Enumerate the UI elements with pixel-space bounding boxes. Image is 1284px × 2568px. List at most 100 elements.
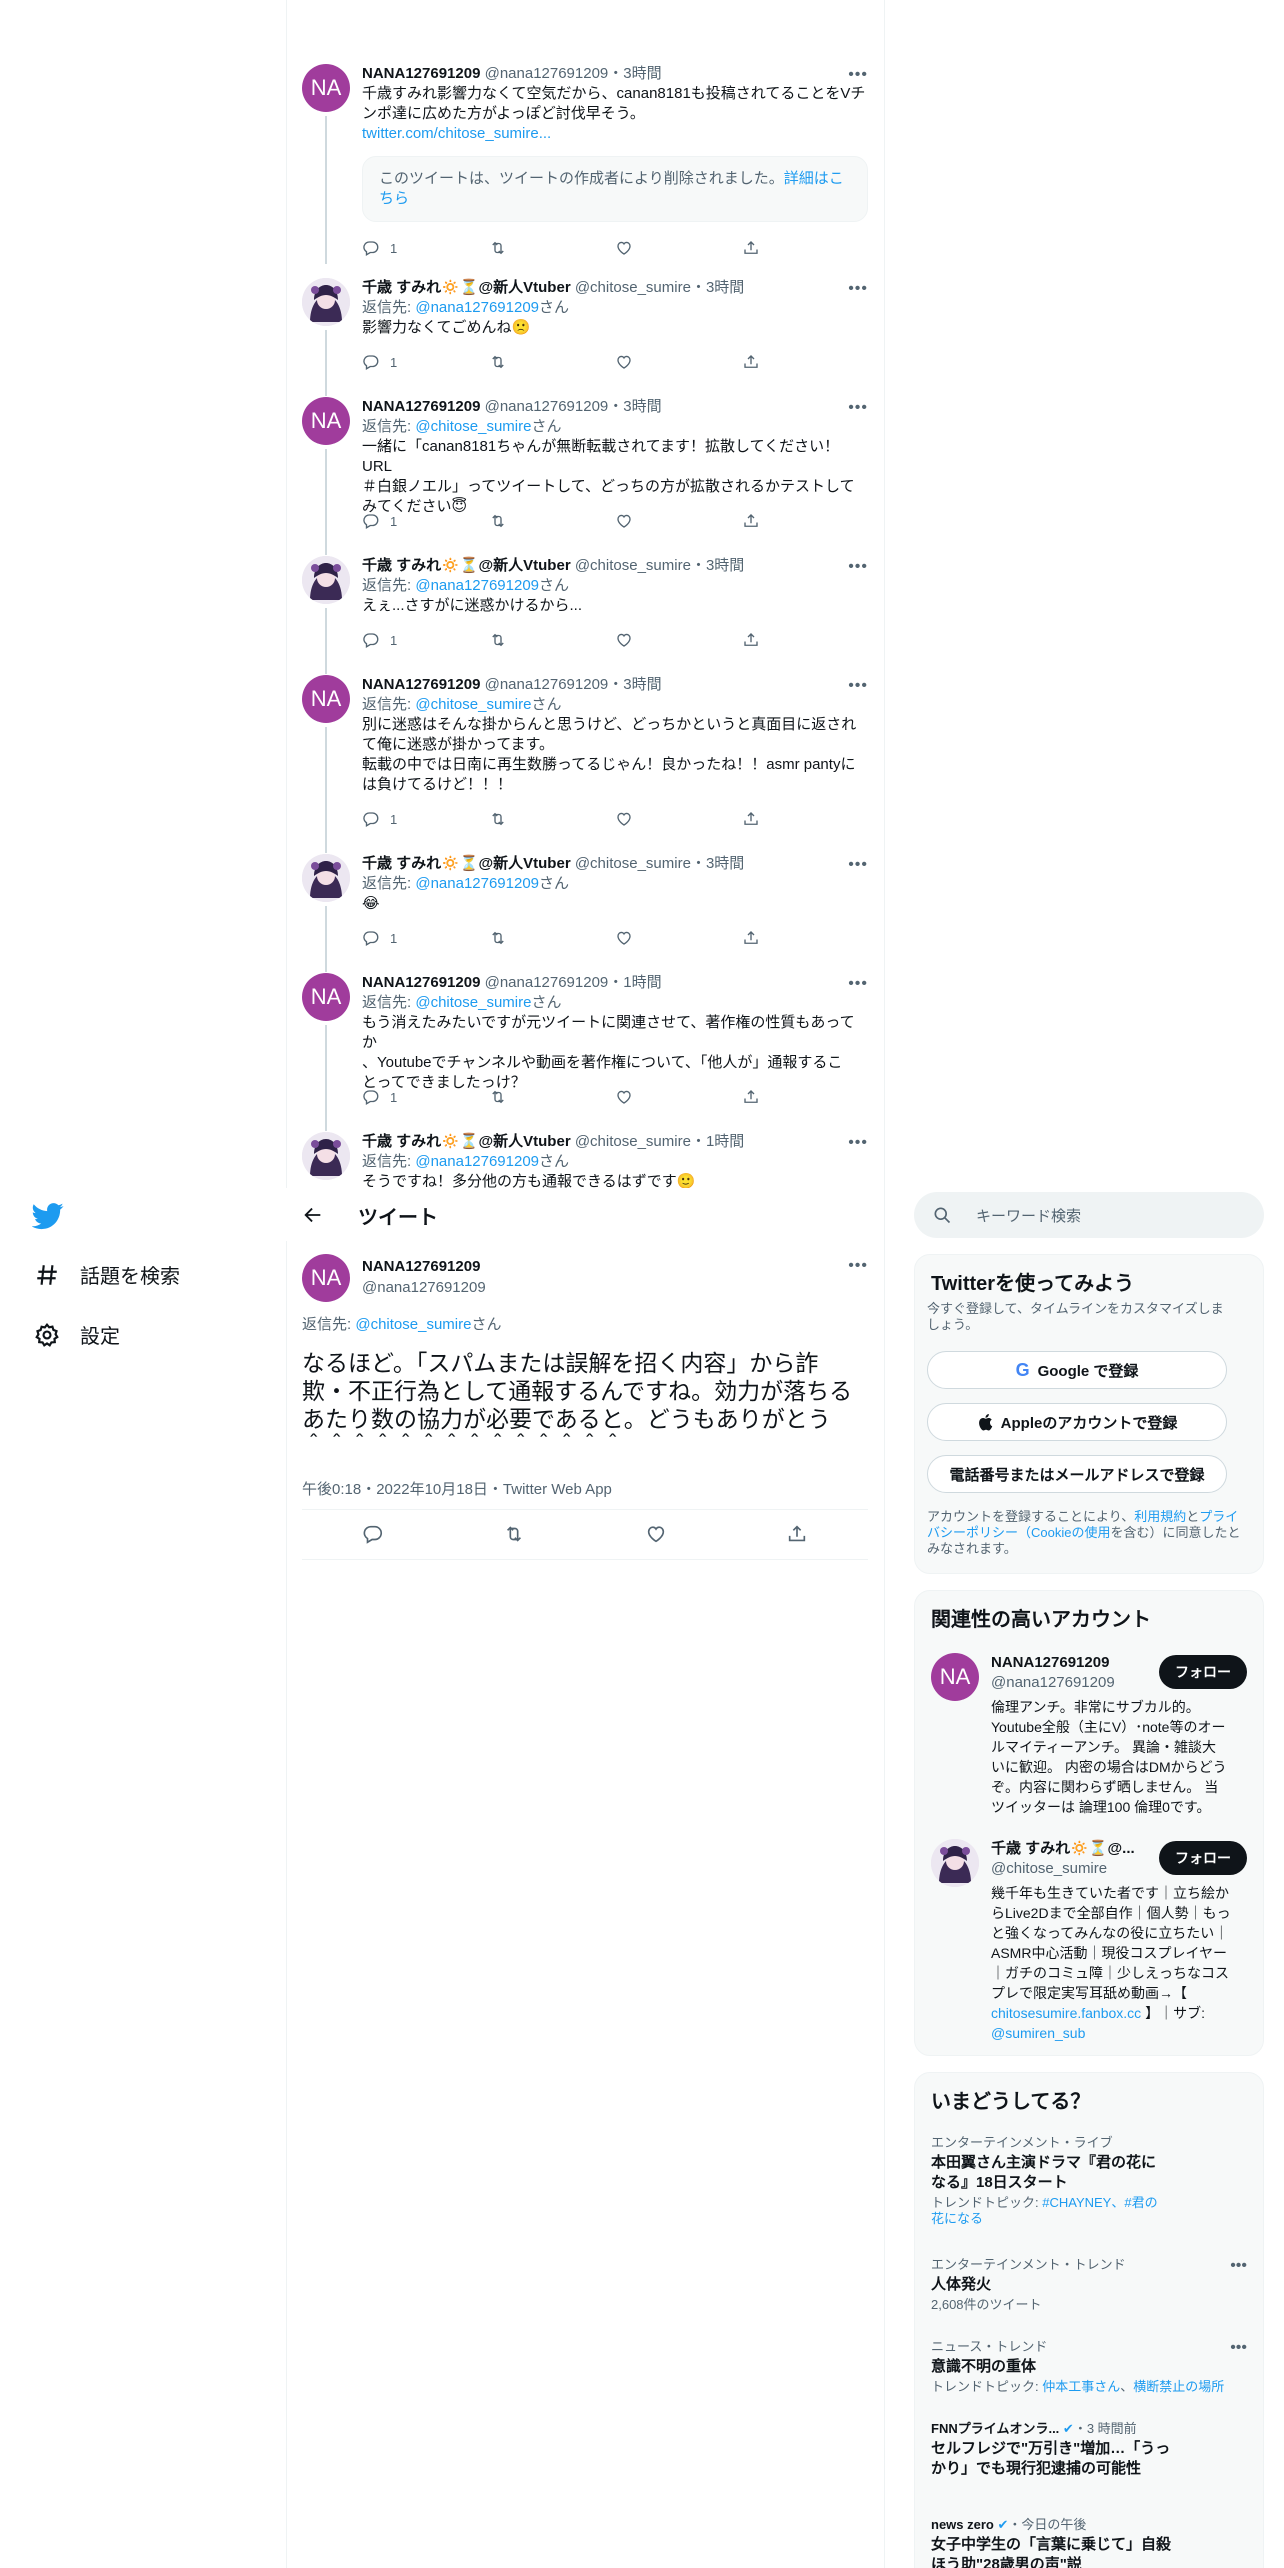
bio-mention-link[interactable]: @sumiren_sub bbox=[991, 2025, 1085, 2041]
like-button[interactable] bbox=[615, 238, 742, 258]
trend-topic-link[interactable]: #CHAYNEY bbox=[1042, 2195, 1111, 2210]
retweet-button[interactable] bbox=[489, 238, 616, 258]
share-button[interactable] bbox=[742, 630, 869, 650]
avatar[interactable] bbox=[931, 1839, 979, 1887]
account-item[interactable]: NA NANA127691209 @nana127691209 フォロー 倫理ア… bbox=[931, 1653, 1247, 1815]
reply-button[interactable]: 1 bbox=[362, 238, 489, 258]
tweet-author-name[interactable]: 千歳 すみれ🔅⏳@新人Vtuber bbox=[362, 557, 571, 574]
tweet-handle[interactable]: @nana127691209 bbox=[485, 65, 609, 82]
trend-item[interactable]: エンターテインメント・トレンド 人体発火 2,608件のツイート ••• bbox=[931, 2257, 1247, 2313]
retweet-button[interactable] bbox=[489, 352, 616, 372]
reply-button[interactable]: 1 bbox=[362, 809, 489, 829]
share-button[interactable] bbox=[742, 809, 869, 829]
heart-icon[interactable] bbox=[645, 1523, 667, 1545]
more-icon[interactable]: ••• bbox=[1230, 2339, 1247, 2357]
more-icon[interactable]: ••• bbox=[848, 280, 868, 298]
reply-to-link[interactable]: @chitose_sumire bbox=[355, 1316, 471, 1333]
like-button[interactable] bbox=[615, 630, 742, 650]
more-icon[interactable]: ••• bbox=[848, 558, 868, 576]
share-button[interactable] bbox=[742, 238, 869, 258]
trend-topic-link[interactable]: 横断禁止の場所 bbox=[1133, 2379, 1224, 2394]
like-button[interactable] bbox=[615, 809, 742, 829]
avatar[interactable]: NA bbox=[302, 675, 350, 723]
more-icon[interactable]: ••• bbox=[848, 1257, 868, 1275]
reply-to-link[interactable]: @nana127691209 bbox=[415, 299, 539, 316]
reply-to-link[interactable]: @nana127691209 bbox=[415, 875, 539, 892]
more-icon[interactable]: ••• bbox=[848, 677, 868, 695]
avatar[interactable] bbox=[302, 854, 350, 902]
tweet[interactable]: NA NANA127691209 @nana127691209・1時間 返信先:… bbox=[302, 973, 868, 1131]
reply-button[interactable]: 1 bbox=[362, 630, 489, 650]
retweet-button[interactable] bbox=[489, 1087, 616, 1107]
reply-to-link[interactable]: @chitose_sumire bbox=[415, 696, 531, 713]
retweet-icon[interactable] bbox=[503, 1523, 525, 1545]
share-button[interactable] bbox=[742, 511, 869, 531]
more-icon[interactable]: ••• bbox=[848, 975, 868, 993]
google-signup-button[interactable]: G Google で登録 bbox=[927, 1351, 1227, 1389]
like-button[interactable] bbox=[615, 511, 742, 531]
nav-settings[interactable]: 設定 bbox=[34, 1320, 120, 1349]
tweet-time[interactable]: 1時間 bbox=[706, 1133, 744, 1150]
details-link-cont[interactable]: ちら bbox=[379, 190, 409, 207]
reply-to-link[interactable]: @chitose_sumire bbox=[415, 418, 531, 435]
tweet-link[interactable]: twitter.com/chitose_sumire... bbox=[362, 124, 868, 144]
trend-topic-link[interactable]: 、#君の bbox=[1111, 2195, 1157, 2210]
tweet-time[interactable]: 3時間 bbox=[706, 279, 744, 296]
tweet-author-name[interactable]: 千歳 すみれ🔅⏳@新人Vtuber bbox=[362, 1133, 571, 1150]
more-icon[interactable]: ••• bbox=[1230, 2257, 1247, 2275]
phone-signup-button[interactable]: 電話番号またはメールアドレスで登録 bbox=[927, 1455, 1227, 1493]
follow-button[interactable]: フォロー bbox=[1159, 1655, 1247, 1689]
search-input[interactable]: キーワード検索 bbox=[914, 1192, 1264, 1238]
news-item[interactable]: news zero ✔・今日の午後 女子中学生の「言葉に乗じて」自殺 ほう助"2… bbox=[931, 2517, 1247, 2568]
avatar[interactable] bbox=[302, 278, 350, 326]
trend-topic-link[interactable]: 花になる bbox=[931, 2211, 983, 2226]
reply-thread[interactable]: NA NANA127691209 @nana127691209・3時間 千歳すみ… bbox=[286, 40, 884, 1188]
retweet-button[interactable] bbox=[489, 630, 616, 650]
share-button[interactable] bbox=[742, 352, 869, 372]
tweet[interactable]: 千歳 すみれ🔅⏳@新人Vtuber @chitose_sumire・3時間 返信… bbox=[302, 556, 869, 674]
news-item[interactable]: FNNプライムオンラ... ✔・3 時間前 セルフレジで"万引き"増加…「うっ … bbox=[931, 2421, 1247, 2479]
focal-handle[interactable]: @nana127691209 bbox=[362, 1279, 486, 1296]
reply-to-link[interactable]: @chitose_sumire bbox=[415, 994, 531, 1011]
share-button[interactable] bbox=[742, 928, 869, 948]
reply-button[interactable]: 1 bbox=[362, 352, 489, 372]
tweet-author-name[interactable]: NANA127691209 bbox=[362, 398, 480, 415]
more-icon[interactable]: ••• bbox=[848, 399, 868, 417]
like-button[interactable] bbox=[615, 1087, 742, 1107]
like-button[interactable] bbox=[615, 352, 742, 372]
tweet[interactable]: 千歳 すみれ🔅⏳@新人Vtuber @chitose_sumire・3時間 返信… bbox=[302, 278, 869, 396]
focal-meta[interactable]: 午後0:18・2022年10月18日・Twitter Web App bbox=[302, 1478, 612, 1499]
tweet-author-name[interactable]: 千歳 すみれ🔅⏳@新人Vtuber bbox=[362, 279, 571, 296]
more-icon[interactable]: ••• bbox=[848, 66, 868, 84]
privacy-link[interactable]: バシーポリシー（Cookieの使用 bbox=[927, 1525, 1110, 1540]
tweet-handle[interactable]: @nana127691209 bbox=[485, 974, 609, 991]
trend-topic-link[interactable]: 仲本工事さん bbox=[1042, 2379, 1120, 2394]
tweet[interactable]: 千歳 すみれ🔅⏳@新人Vtuber @chitose_sumire・3時間 返信… bbox=[302, 854, 869, 972]
retweet-button[interactable] bbox=[489, 809, 616, 829]
avatar[interactable] bbox=[302, 1132, 350, 1180]
retweet-button[interactable] bbox=[489, 928, 616, 948]
tweet-time[interactable]: 3時間 bbox=[623, 65, 661, 82]
reply-icon[interactable] bbox=[362, 1523, 384, 1545]
reply-button[interactable]: 1 bbox=[362, 1087, 489, 1107]
reply-to-link[interactable]: @nana127691209 bbox=[415, 1153, 539, 1170]
avatar[interactable]: NA bbox=[931, 1653, 979, 1701]
share-icon[interactable] bbox=[786, 1523, 808, 1545]
retweet-button[interactable] bbox=[489, 511, 616, 531]
details-link[interactable]: 詳細はこ bbox=[784, 170, 844, 187]
tweet[interactable]: 千歳 すみれ🔅⏳@新人Vtuber @chitose_sumire・1時間 返信… bbox=[302, 1132, 868, 1188]
tweet-time[interactable]: 3時間 bbox=[623, 398, 661, 415]
back-arrow-icon[interactable] bbox=[302, 1204, 324, 1226]
tweet-handle[interactable]: @chitose_sumire bbox=[575, 557, 691, 574]
reply-button[interactable]: 1 bbox=[362, 928, 489, 948]
tweet-time[interactable]: 1時間 bbox=[623, 974, 661, 991]
trend-item[interactable]: ニュース・トレンド 意識不明の重体 トレンドトピック: 仲本工事さん、横断禁止の… bbox=[931, 2339, 1247, 2395]
tweet-time[interactable]: 3時間 bbox=[623, 676, 661, 693]
tweet-handle[interactable]: @chitose_sumire bbox=[575, 855, 691, 872]
tweet[interactable]: NA NANA127691209 @nana127691209・3時間 返信先:… bbox=[302, 675, 869, 853]
tweet[interactable]: NA NANA127691209 @nana127691209・3時間 返信先:… bbox=[302, 397, 869, 555]
tweet-author-name[interactable]: NANA127691209 bbox=[362, 676, 480, 693]
tweet-author-name[interactable]: NANA127691209 bbox=[362, 974, 480, 991]
tweet-time[interactable]: 3時間 bbox=[706, 855, 744, 872]
focal-author-name[interactable]: NANA127691209 bbox=[362, 1258, 480, 1275]
